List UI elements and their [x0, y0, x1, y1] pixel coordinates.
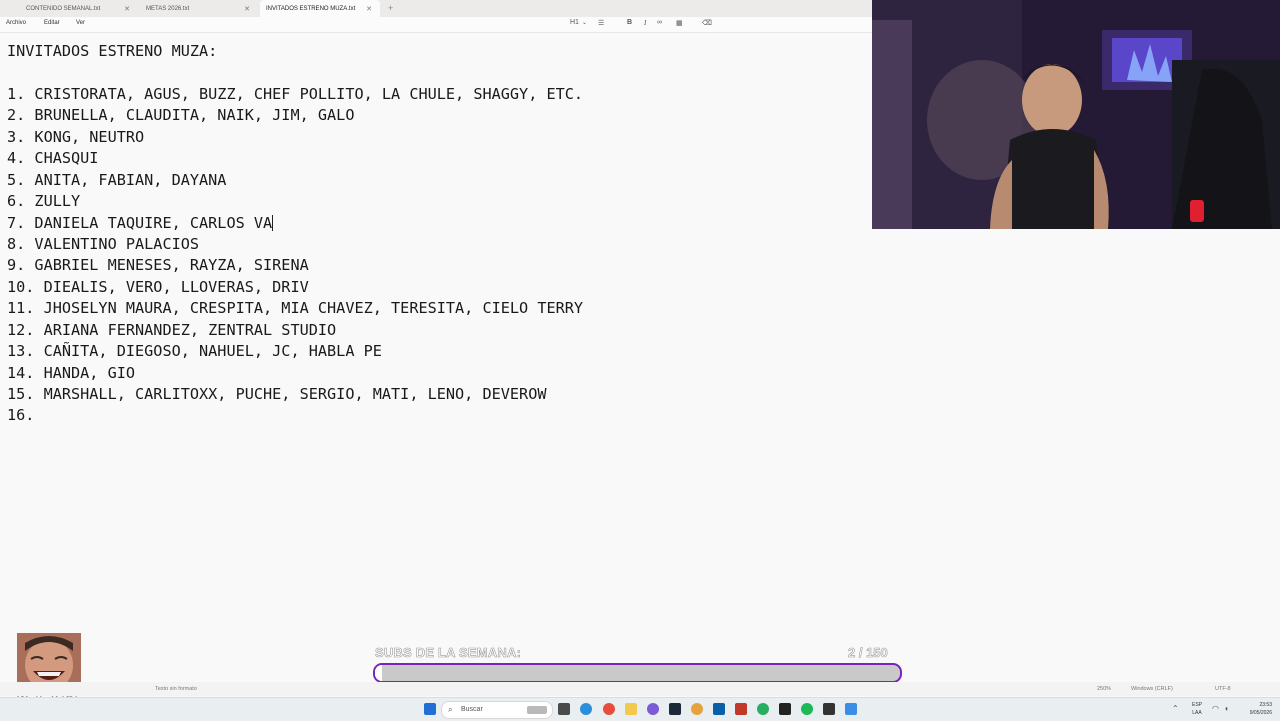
document-line: 2. BRUNELLA, CLAUDITA, NAIK, JIM, GALO — [7, 106, 355, 125]
menu-editar[interactable]: Editar — [44, 20, 60, 26]
italic-button[interactable]: I — [644, 19, 646, 27]
spotify-icon[interactable] — [801, 703, 813, 715]
text-caret — [272, 215, 274, 231]
volume-icon[interactable]: ◖ — [1224, 704, 1229, 713]
chevron-down-icon[interactable]: ⌄ — [582, 19, 587, 26]
menu-ver[interactable]: Ver — [76, 20, 85, 26]
tab-contenido-semanal[interactable]: CONTENIDO SEMANAL.txt ✕ — [20, 0, 138, 17]
taskbar-search[interactable]: ⌕ Buscar — [441, 701, 553, 719]
menu-archivo[interactable]: Archivo — [6, 20, 26, 26]
subs-progress-fill — [375, 665, 382, 681]
tab-label: INVITADOS ESTRENO MUZA.txt — [266, 5, 356, 12]
wifi-icon[interactable]: ◠ — [1212, 704, 1219, 713]
document-line: 8. VALENTINO PALACIOS — [7, 234, 200, 253]
close-icon[interactable]: ✕ — [244, 5, 250, 13]
terminal-icon[interactable] — [823, 703, 835, 715]
app-icon[interactable] — [735, 703, 747, 715]
table-icon[interactable]: ▦ — [676, 19, 683, 27]
webcam-scene — [872, 0, 1280, 229]
tab-label: METAS 2026.txt — [146, 5, 190, 12]
document-line: 3. KONG, NEUTRO — [7, 127, 145, 146]
heading-dropdown[interactable]: H1 — [570, 19, 579, 26]
file-explorer-icon[interactable] — [625, 703, 637, 715]
language-indicator[interactable]: ESP LAA — [1192, 701, 1202, 717]
search-icon: ⌕ — [448, 705, 453, 714]
document-line: 13. CAÑITA, DIEGOSO, NAHUEL, JC, HABLA P… — [7, 342, 382, 361]
subs-progress-bar — [373, 663, 902, 683]
task-view-icon[interactable] — [558, 703, 570, 715]
edge-icon[interactable] — [580, 703, 592, 715]
language-code: ESP — [1192, 702, 1203, 708]
chevron-up-icon[interactable]: ⌃ — [1172, 704, 1179, 713]
app-icon[interactable] — [757, 703, 769, 715]
clear-format-icon[interactable]: ⌫ — [702, 19, 712, 27]
status-bar: Texto sin formato 250% Windows (CRLF) UT… — [0, 682, 1280, 696]
taskbar: ⌕ Buscar ⌃ ESP LAA ◠ ◖ 23:53 9/05/2026 — [0, 697, 1280, 721]
store-icon[interactable] — [713, 703, 725, 715]
document-title: INVITADOS ESTRENO MUZA: — [7, 42, 218, 60]
language-region: LAA — [1192, 710, 1202, 716]
document-line: 10. DIEALIS, VERO, LLOVERAS, DRIV — [7, 277, 309, 296]
chrome-icon[interactable] — [603, 703, 615, 715]
document-line: 15. MARSHALL, CARLITOXX, PUCHE, SERGIO, … — [7, 385, 547, 403]
document-line: 6. ZULLY — [7, 192, 81, 211]
document-line-text: 7. DANIELA TAQUIRE, CARLOS VA — [7, 213, 273, 232]
document-line: 12. ARIANA FERNANDEZ, ZENTRAL STUDIO — [7, 320, 337, 339]
document-line: 9. GABRIEL MENESES, RAYZA, SIRENA — [7, 256, 309, 275]
document-line: 16. — [7, 406, 35, 425]
zoom-level[interactable]: 250% — [1097, 686, 1111, 692]
tab-label: CONTENIDO SEMANAL.txt — [26, 5, 101, 12]
search-highlight-icon — [527, 706, 547, 714]
subs-goal-count: 2 / 150 — [848, 645, 888, 661]
close-icon[interactable]: ✕ — [124, 5, 130, 13]
bold-button[interactable]: B — [627, 19, 632, 26]
document-line: 4. CHASQUI — [7, 149, 99, 168]
document-line: 11. JHOSELYN MAURA, CRESPITA, MIA CHAVEZ… — [7, 299, 584, 318]
document-line: 1. CRISTORATA, AGUS, BUZZ, CHEF POLLITO,… — [7, 84, 584, 103]
link-icon[interactable]: ∞ — [657, 19, 662, 26]
windows-start-icon[interactable] — [424, 703, 436, 715]
document-line: 14. HANDA, GIO — [7, 363, 136, 382]
list-icon[interactable]: ☰ — [598, 19, 604, 27]
text-editor[interactable]: INVITADOS ESTRENO MUZA: 1. CRISTORATA, A… — [7, 41, 867, 427]
search-placeholder: Buscar — [461, 706, 483, 713]
clock-date: 9/05/2026 — [1249, 710, 1272, 716]
document-line-with-caret: 7. DANIELA TAQUIRE, CARLOS VA — [7, 213, 867, 234]
format-indicator: Texto sin formato — [155, 686, 197, 692]
tab-invitados-estreno-muza[interactable]: INVITADOS ESTRENO MUZA.txt ✕ — [260, 0, 380, 17]
app-icon[interactable] — [779, 703, 791, 715]
encoding[interactable]: UTF-8 — [1215, 686, 1231, 692]
steam-icon[interactable] — [669, 703, 681, 715]
app-icon[interactable] — [691, 703, 703, 715]
clock[interactable]: 23:53 9/05/2026 — [1238, 701, 1272, 717]
menu-bar: Archivo Editar Ver H1 ⌄ ☰ B I ∞ ▦ ⌫ — [0, 17, 872, 33]
tab-bar: CONTENIDO SEMANAL.txt ✕ METAS 2026.txt ✕… — [0, 0, 872, 17]
subs-goal-title: SUBS DE LA SEMANA: — [375, 645, 522, 661]
close-icon[interactable]: ✕ — [366, 5, 372, 13]
tab-metas-2026[interactable]: METAS 2026.txt ✕ — [140, 0, 258, 17]
notepad-icon[interactable] — [845, 703, 857, 715]
app-icon[interactable] — [647, 703, 659, 715]
clock-time: 23:53 — [1259, 702, 1272, 708]
line-ending[interactable]: Windows (CRLF) — [1131, 686, 1173, 692]
document-line: 5. ANITA, FABIAN, DAYANA — [7, 170, 227, 189]
new-tab-button[interactable]: + — [388, 3, 393, 13]
webcam-overlay — [872, 0, 1280, 229]
